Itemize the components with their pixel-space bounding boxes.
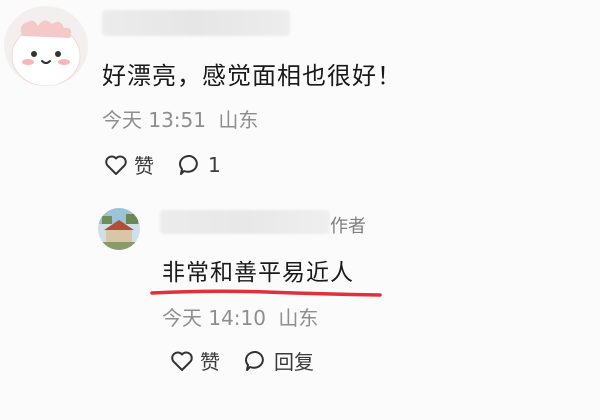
commenter-avatar[interactable] xyxy=(4,6,88,86)
red-highlight-underline xyxy=(150,289,382,297)
heart-icon xyxy=(171,351,193,371)
author-name-blurred[interactable] xyxy=(160,210,330,234)
cute-face-avatar-icon xyxy=(11,20,81,86)
reply-like-button[interactable]: 赞 xyxy=(170,346,220,375)
commenter-name-blurred[interactable] xyxy=(102,10,290,36)
comment-time: 今天 13:51 xyxy=(102,108,206,132)
author-avatar[interactable] xyxy=(98,208,140,250)
reply-to-reply-button[interactable]: 回复 xyxy=(244,346,314,375)
like-button[interactable]: 赞 xyxy=(104,150,154,179)
comment-icon xyxy=(179,154,198,175)
comment-text: 好漂亮，感觉面相也很好！ xyxy=(102,62,402,90)
reply-like-label: 赞 xyxy=(200,350,220,374)
author-badge: 作者 xyxy=(330,216,366,237)
building-photo-avatar-icon xyxy=(98,208,140,250)
reply-actions: 赞 回复 xyxy=(170,346,314,375)
comment-actions: 赞 1 xyxy=(104,150,221,179)
heart-icon xyxy=(105,155,127,175)
reply-meta: 今天 14:10 山东 xyxy=(162,302,318,331)
like-label: 赞 xyxy=(134,154,154,178)
reply-text: 非常和善平易近人 xyxy=(162,260,354,286)
reply-location: 山东 xyxy=(278,306,319,330)
comment-meta: 今天 13:51 山东 xyxy=(102,104,258,133)
reply-count-button[interactable]: 1 xyxy=(178,153,221,177)
comment-location: 山东 xyxy=(218,108,259,132)
reply-count: 1 xyxy=(208,152,221,177)
comment-icon xyxy=(245,350,264,371)
reply-time: 今天 14:10 xyxy=(162,306,266,330)
reply-label: 回复 xyxy=(274,350,314,374)
